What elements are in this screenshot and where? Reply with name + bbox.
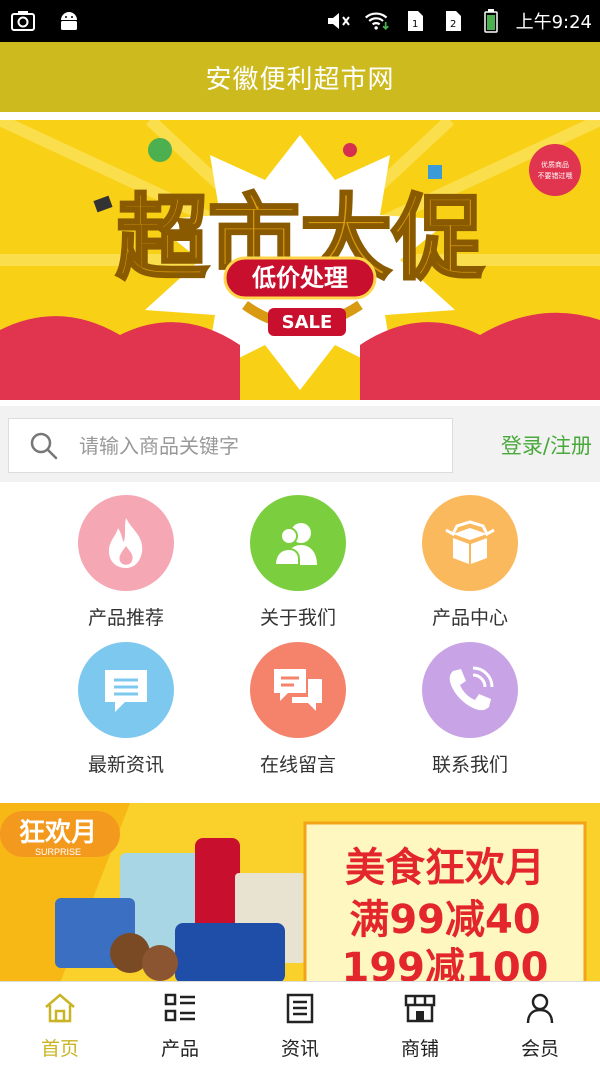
svg-text:1: 1 — [412, 19, 418, 30]
android-icon — [56, 8, 82, 34]
svg-text:不要错过哦: 不要错过哦 — [538, 171, 573, 180]
nav-label: 会员 — [520, 1038, 559, 1060]
users-icon — [250, 495, 346, 591]
grid-list-icon — [163, 992, 197, 1028]
user-icon — [525, 992, 555, 1028]
promo-line-1: 满99减40 — [349, 897, 540, 943]
nav-stores[interactable]: 商铺 — [360, 982, 480, 1067]
promo-tag-sub: SURPRISE — [35, 847, 81, 857]
menu-item-label: 最新资讯 — [87, 754, 164, 776]
nav-news[interactable]: 资讯 — [240, 982, 360, 1067]
nav-label: 商铺 — [400, 1038, 439, 1060]
mute-icon — [326, 8, 352, 34]
hero-banner-art: 优质商品 不要错过哦 超市大促 低价处理 SALE — [0, 120, 600, 400]
nav-member[interactable]: 会员 — [480, 982, 600, 1067]
menu-item-online-message[interactable]: 在线留言 — [212, 642, 384, 777]
home-icon — [43, 992, 77, 1028]
menu-item-about-us[interactable]: 关于我们 — [212, 495, 384, 630]
promo-banner[interactable]: 狂欢月 SURPRISE 美食狂欢月 满99减40 199减100 — [0, 803, 600, 983]
category-menu: 产品推荐 关于我们 产品中心 最新资讯 在线留言 联系我们 — [0, 490, 600, 790]
nav-label: 首页 — [40, 1038, 79, 1060]
search-icon — [9, 431, 79, 461]
clock: 上午9:24 — [515, 12, 592, 33]
nav-products[interactable]: 产品 — [120, 982, 240, 1067]
nav-label: 产品 — [160, 1038, 199, 1060]
status-bar: 1 2 上午9:24 — [0, 0, 600, 42]
wifi-icon — [364, 8, 390, 34]
banner-subline: 低价处理 — [251, 264, 348, 292]
app-header: 安徽便利超市网 — [0, 42, 600, 112]
hero-banner[interactable]: 优质商品 不要错过哦 超市大促 低价处理 SALE — [0, 120, 600, 400]
nav-home[interactable]: 首页 — [0, 982, 120, 1067]
login-register-link[interactable]: 登录/注册 — [501, 430, 592, 460]
sim2-icon: 2 — [440, 8, 466, 34]
battery-icon — [478, 8, 504, 34]
nav-label: 资讯 — [280, 1038, 319, 1060]
promo-banner-art: 狂欢月 SURPRISE 美食狂欢月 满99减40 199减100 — [0, 803, 600, 983]
menu-item-contact-us[interactable]: 联系我们 — [384, 642, 556, 777]
menu-item-label: 在线留言 — [259, 754, 336, 776]
chat-icon — [250, 642, 346, 738]
document-icon — [285, 992, 315, 1028]
search-input[interactable] — [79, 433, 452, 458]
search-bar: 登录/注册 — [0, 406, 600, 482]
store-icon — [403, 992, 437, 1028]
menu-item-product-center[interactable]: 产品中心 — [384, 495, 556, 630]
page-title: 安徽便利超市网 — [205, 64, 395, 95]
menu-item-label: 联系我们 — [431, 754, 508, 776]
search-box[interactable] — [8, 418, 453, 473]
svg-text:2: 2 — [450, 19, 456, 30]
menu-item-latest-news[interactable]: 最新资讯 — [40, 642, 212, 777]
menu-item-label: 产品推荐 — [87, 607, 164, 629]
banner-sale-tag: SALE — [282, 312, 333, 333]
promo-title: 美食狂欢月 — [345, 845, 545, 891]
banner-badge: 优质商品 — [541, 160, 569, 169]
menu-item-label: 关于我们 — [259, 607, 336, 629]
sim1-icon: 1 — [402, 8, 428, 34]
box-icon — [422, 495, 518, 591]
promo-tag: 狂欢月 — [19, 818, 97, 848]
bottom-nav: 首页 产品 资讯 商铺 会员 — [0, 981, 600, 1067]
menu-item-product-recommend[interactable]: 产品推荐 — [40, 495, 212, 630]
phone-icon — [422, 642, 518, 738]
menu-item-label: 产品中心 — [431, 607, 508, 629]
screenshot-icon — [10, 8, 36, 34]
flame-icon — [78, 495, 174, 591]
promo-line-2: 199减100 — [342, 945, 549, 983]
news-icon — [78, 642, 174, 738]
